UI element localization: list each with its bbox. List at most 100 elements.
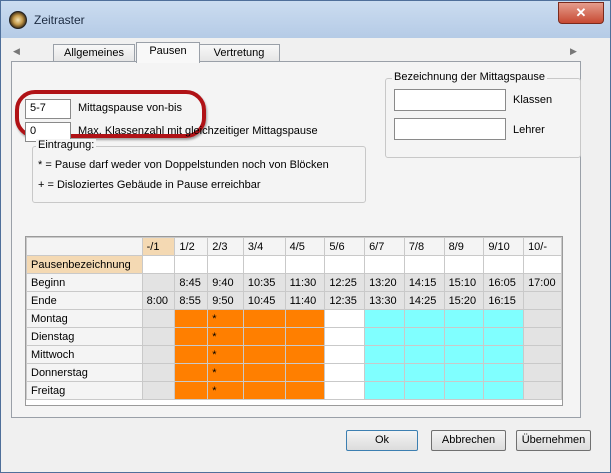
grid-cell[interactable] [284, 345, 326, 364]
grid-column-header[interactable]: 4/5 [284, 237, 326, 256]
tab-vertretung[interactable]: Vertretung [198, 44, 280, 62]
grid-cell[interactable]: 8:55 [174, 291, 209, 310]
grid-cell[interactable]: 13:20 [364, 273, 405, 292]
grid-cell[interactable]: 8:00 [141, 291, 176, 310]
grid-cell[interactable]: 16:15 [483, 291, 525, 310]
grid-row-label[interactable]: Montag [26, 309, 143, 328]
grid-cell[interactable] [364, 309, 405, 328]
grid-cell[interactable] [284, 363, 326, 382]
grid-cell[interactable] [324, 363, 366, 382]
close-button[interactable]: ✕ [558, 2, 604, 24]
grid-row-label[interactable]: Dienstag [26, 327, 143, 346]
tab-scroll-right-icon[interactable]: ▶ [570, 46, 577, 57]
grid-cell[interactable] [364, 345, 405, 364]
grid-cell[interactable] [242, 381, 286, 400]
grid-cell[interactable] [174, 381, 209, 400]
grid-row-label[interactable]: Ende [26, 291, 143, 310]
grid-cell[interactable]: 15:10 [443, 273, 485, 292]
grid-cell[interactable] [483, 381, 525, 400]
grid-cell[interactable]: 14:25 [403, 291, 445, 310]
tab-allgemeines[interactable]: Allgemeines [53, 44, 135, 62]
tab-pausen[interactable]: Pausen [136, 42, 200, 63]
grid-cell[interactable] [141, 273, 176, 292]
lehrer-input[interactable] [394, 118, 506, 140]
grid-cell[interactable] [174, 255, 209, 274]
grid-cell[interactable]: 12:25 [324, 273, 366, 292]
grid-cell[interactable] [364, 255, 405, 274]
grid-cell[interactable] [523, 327, 562, 346]
grid-cell[interactable]: * [207, 345, 244, 364]
grid-cell[interactable] [242, 309, 286, 328]
grid-cell[interactable] [141, 255, 176, 274]
grid-cell[interactable] [364, 381, 405, 400]
grid-cell[interactable] [174, 309, 209, 328]
grid-cell[interactable] [141, 345, 176, 364]
grid-row-label[interactable]: Donnerstag [26, 363, 143, 382]
grid-cell[interactable]: 8:45 [174, 273, 209, 292]
grid-cell[interactable] [284, 327, 326, 346]
grid-column-header[interactable]: 5/6 [324, 237, 366, 256]
grid-cell[interactable] [443, 327, 485, 346]
ok-button[interactable]: Ok [346, 430, 418, 451]
grid-row-label[interactable]: Pausenbezeichnung [26, 255, 143, 274]
grid-column-header[interactable]: 9/10 [483, 237, 525, 256]
grid-cell[interactable] [141, 309, 176, 328]
grid-cell[interactable] [174, 345, 209, 364]
cancel-button[interactable]: Abbrechen [431, 430, 506, 451]
grid-cell[interactable] [364, 327, 405, 346]
grid-cell[interactable] [523, 345, 562, 364]
grid-column-header[interactable]: 3/4 [242, 237, 286, 256]
grid-cell[interactable] [284, 255, 326, 274]
grid-cell[interactable] [403, 255, 445, 274]
grid-cell[interactable] [141, 381, 176, 400]
grid-cell[interactable] [483, 255, 525, 274]
grid-cell[interactable] [443, 309, 485, 328]
grid-cell[interactable] [174, 327, 209, 346]
lunch-range-input[interactable]: 5-7 [25, 99, 71, 119]
grid-cell[interactable] [403, 327, 445, 346]
grid-cell[interactable] [483, 327, 525, 346]
grid-cell[interactable]: * [207, 309, 244, 328]
grid-column-header[interactable]: 6/7 [364, 237, 405, 256]
klassen-input[interactable] [394, 89, 506, 111]
grid-cell[interactable] [403, 363, 445, 382]
grid-cell[interactable] [242, 255, 286, 274]
grid-row-label[interactable]: Mittwoch [26, 345, 143, 364]
grid-cell[interactable]: 13:30 [364, 291, 405, 310]
grid-cell[interactable]: 10:45 [242, 291, 286, 310]
grid-cell[interactable]: 17:00 [523, 273, 562, 292]
grid-cell[interactable] [443, 255, 485, 274]
grid-cell[interactable] [141, 327, 176, 346]
grid-column-header[interactable]: 2/3 [207, 237, 244, 256]
grid-cell[interactable] [523, 381, 562, 400]
grid-cell[interactable] [403, 309, 445, 328]
grid-cell[interactable]: 9:50 [207, 291, 244, 310]
grid-cell[interactable] [523, 291, 562, 310]
grid-cell[interactable]: 16:05 [483, 273, 525, 292]
grid-cell[interactable]: * [207, 363, 244, 382]
apply-button[interactable]: Übernehmen [516, 430, 591, 451]
grid-cell[interactable] [483, 345, 525, 364]
grid-cell[interactable] [242, 345, 286, 364]
grid-cell[interactable]: 9:40 [207, 273, 244, 292]
grid-column-header[interactable]: 10/- [523, 237, 562, 256]
grid-cell[interactable]: 10:35 [242, 273, 286, 292]
grid-cell[interactable] [483, 309, 525, 328]
grid-cell[interactable] [207, 255, 244, 274]
grid-cell[interactable] [284, 309, 326, 328]
grid-cell[interactable] [324, 327, 366, 346]
grid-cell[interactable] [523, 255, 562, 274]
grid-cell[interactable] [174, 363, 209, 382]
grid-cell[interactable] [403, 381, 445, 400]
grid-cell[interactable] [523, 363, 562, 382]
grid-cell[interactable] [403, 345, 445, 364]
grid-column-header[interactable]: 8/9 [443, 237, 485, 256]
grid-cell[interactable] [324, 381, 366, 400]
grid-column-header[interactable]: 1/2 [174, 237, 209, 256]
title-bar[interactable]: Zeitraster ✕ [1, 1, 610, 38]
grid-cell[interactable] [242, 363, 286, 382]
grid-cell[interactable]: * [207, 381, 244, 400]
grid-row-label[interactable]: Beginn [26, 273, 143, 292]
grid-cell[interactable] [523, 309, 562, 328]
grid-cell[interactable] [443, 345, 485, 364]
